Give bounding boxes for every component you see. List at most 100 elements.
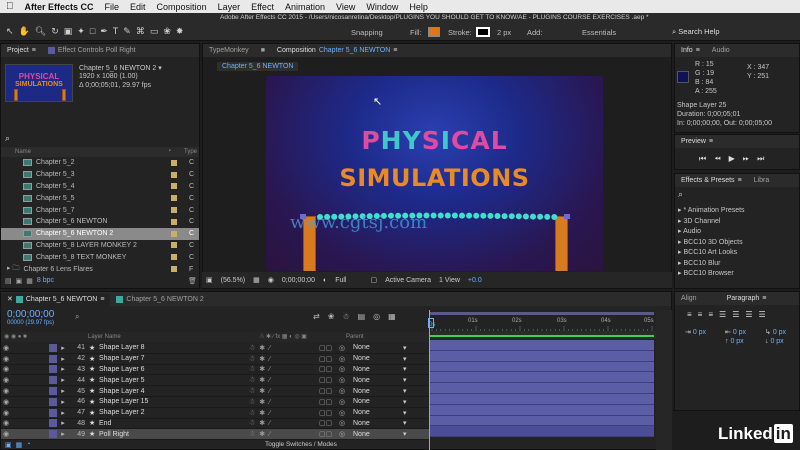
- add-label[interactable]: Add:: [527, 28, 542, 37]
- pickwhip-icon[interactable]: ◎: [339, 344, 353, 352]
- menu-help[interactable]: Help: [409, 2, 428, 12]
- table-row[interactable]: ◉ ▸ 48 ★ End ☃✱∕ ▢▢ ◎ None ▾: [1, 419, 429, 430]
- layer-duration-bar[interactable]: [430, 415, 654, 427]
- tab-audio[interactable]: Audio: [706, 44, 736, 57]
- layer-modes-icon[interactable]: ▢▢: [319, 387, 339, 395]
- snapshot-icon[interactable]: ◐: [323, 277, 327, 284]
- timeline-side-scroll[interactable]: [656, 310, 672, 450]
- workspace-essentials[interactable]: Essentials: [582, 28, 616, 37]
- tab-info[interactable]: Info ≡: [675, 44, 706, 57]
- eye-icon[interactable]: ◉: [1, 355, 11, 363]
- menu-layer[interactable]: Layer: [218, 2, 241, 12]
- camera-tool-icon[interactable]: ▣: [64, 26, 73, 37]
- expand-arrow-icon[interactable]: ▸: [57, 409, 69, 417]
- justify-right-icon[interactable]: ☰: [745, 310, 752, 319]
- list-item[interactable]: Chapter 5_8 LAYER MONKEY 2C: [1, 240, 199, 252]
- tab-typemonkey[interactable]: TypeMonkey: [203, 44, 255, 57]
- layer-switches[interactable]: ☃✱∕: [249, 355, 319, 363]
- table-row[interactable]: ◉ ▸ 41 ★ Shape Layer 8 ☃✱∕ ▢▢ ◎ None ▾: [1, 343, 429, 354]
- hand-tool-icon[interactable]: ✋: [19, 26, 30, 37]
- eye-icon[interactable]: ◉: [1, 376, 11, 384]
- eye-icon[interactable]: ◉: [1, 387, 11, 395]
- camera-icon[interactable]: ◉: [268, 276, 274, 284]
- expand-arrow-icon[interactable]: ▸: [57, 376, 69, 384]
- parent-select[interactable]: None: [353, 398, 403, 405]
- graph-editor-icon[interactable]: ▦: [388, 312, 396, 321]
- expand-arrow-icon[interactable]: ▸: [57, 355, 69, 363]
- list-item[interactable]: Chapter 5_2 C: [1, 157, 199, 169]
- layer-duration-bar[interactable]: [430, 404, 654, 416]
- col-layer-name[interactable]: Layer Name: [88, 334, 121, 340]
- region-icon[interactable]: ▢: [370, 276, 377, 284]
- pickwhip-icon[interactable]: ◎: [339, 398, 353, 406]
- menu-effect[interactable]: Effect: [251, 2, 274, 12]
- eye-icon[interactable]: ◉: [1, 344, 11, 352]
- motion-blur-icon[interactable]: ◎: [373, 312, 380, 321]
- zoom-level[interactable]: (56.5%): [221, 277, 246, 284]
- table-row[interactable]: ◉ ▸ 42 ★ Shape Layer 7 ☃✱∕ ▢▢ ◎ None ▾: [1, 354, 429, 365]
- tab-effects-presets[interactable]: Effects & Presets ≡: [675, 174, 748, 187]
- apple-icon[interactable]: : [6, 1, 14, 12]
- next-frame-icon[interactable]: ⏩︎: [743, 154, 749, 164]
- type-tool-icon[interactable]: T: [113, 26, 119, 37]
- expand-arrow-icon[interactable]: ▸: [57, 365, 69, 373]
- lock-icon[interactable]: ■: [255, 44, 271, 57]
- chevron-down-icon[interactable]: ▾: [403, 430, 407, 438]
- layer-switches[interactable]: ☃✱∕: [249, 430, 319, 438]
- play-icon[interactable]: ▶: [729, 154, 735, 164]
- menu-composition[interactable]: Composition: [157, 2, 207, 12]
- layer-name[interactable]: Shape Layer 15: [99, 398, 249, 405]
- selection-tool-icon[interactable]: ↖: [6, 26, 14, 37]
- eye-icon[interactable]: ◉: [1, 409, 11, 417]
- justify-center-icon[interactable]: ☰: [732, 310, 739, 319]
- layer-switches[interactable]: ☃✱∕: [249, 365, 319, 373]
- layer-name[interactable]: Shape Layer 2: [99, 409, 249, 416]
- table-row[interactable]: ◉ ▸ 45 ★ Shape Layer 4 ☃✱∕ ▢▢ ◎ None ▾: [1, 386, 429, 397]
- pickwhip-icon[interactable]: ◎: [339, 376, 353, 384]
- last-frame-icon[interactable]: ⏭︎: [757, 154, 764, 164]
- list-item[interactable]: ▸ 3D Channel: [678, 217, 745, 228]
- list-item[interactable]: Chapter 5_3 C: [1, 169, 199, 181]
- chevron-down-icon[interactable]: ▾: [403, 365, 407, 373]
- draft-3d-icon[interactable]: ❀: [328, 312, 335, 321]
- pickwhip-icon[interactable]: ◎: [339, 419, 353, 427]
- pickwhip-icon[interactable]: ◎: [339, 430, 353, 438]
- comp-name[interactable]: Chapter 5_6 NEWTON 2 ▾: [79, 64, 162, 72]
- label-color-icon[interactable]: [49, 408, 57, 417]
- layer-name[interactable]: Shape Layer 5: [99, 377, 249, 384]
- chevron-down-icon[interactable]: ▾: [403, 387, 407, 395]
- layer-modes-icon[interactable]: ▢▢: [319, 419, 339, 427]
- toggle-switches-modes[interactable]: Toggle Switches / Modes: [265, 441, 337, 448]
- render-time-icon[interactable]: ◔: [26, 441, 30, 449]
- indent-right[interactable]: ⇤ 0 px: [725, 328, 746, 336]
- parent-select[interactable]: None: [353, 366, 403, 373]
- layer-modes-icon[interactable]: ▢▢: [319, 365, 339, 373]
- layer-duration-bar[interactable]: [430, 350, 654, 362]
- pen-tool-icon[interactable]: ✒: [100, 26, 108, 37]
- comp-flowchart-icon[interactable]: ⇄: [313, 312, 320, 321]
- layer-switches[interactable]: ☃✱∕: [249, 398, 319, 406]
- views-select[interactable]: 1 View: [439, 277, 460, 284]
- layer-duration-bar[interactable]: [430, 426, 654, 438]
- eraser-tool-icon[interactable]: ▭: [150, 26, 159, 37]
- pan-behind-tool-icon[interactable]: ✦: [77, 26, 85, 37]
- space-after[interactable]: ↓ 0 px: [765, 338, 784, 345]
- layer-modes-icon[interactable]: ▢▢: [319, 430, 339, 438]
- tab-paragraph[interactable]: Paragraph ≡: [721, 292, 773, 305]
- search-icon[interactable]: ⌕: [678, 189, 683, 200]
- tab-composition[interactable]: Composition Chapter 5_6 NEWTON ≡: [271, 44, 403, 57]
- parent-select[interactable]: None: [353, 388, 403, 395]
- parent-select[interactable]: None: [353, 377, 403, 384]
- bpc-label[interactable]: 8 bpc: [37, 277, 54, 285]
- layer-name[interactable]: Shape Layer 8: [99, 344, 249, 351]
- rectangle-tool-icon[interactable]: □: [90, 26, 95, 37]
- indent-left[interactable]: ⇥ 0 px: [685, 328, 706, 336]
- expand-arrow-icon[interactable]: ▸: [57, 419, 69, 427]
- align-center-icon[interactable]: ≡: [698, 310, 703, 319]
- label-color-icon[interactable]: [49, 387, 57, 396]
- expand-arrow-icon[interactable]: ▸: [57, 398, 69, 406]
- fill-swatch[interactable]: [428, 27, 440, 37]
- label-color-icon[interactable]: [49, 365, 57, 374]
- label-color-icon[interactable]: [49, 430, 57, 439]
- menu-window[interactable]: Window: [366, 2, 398, 12]
